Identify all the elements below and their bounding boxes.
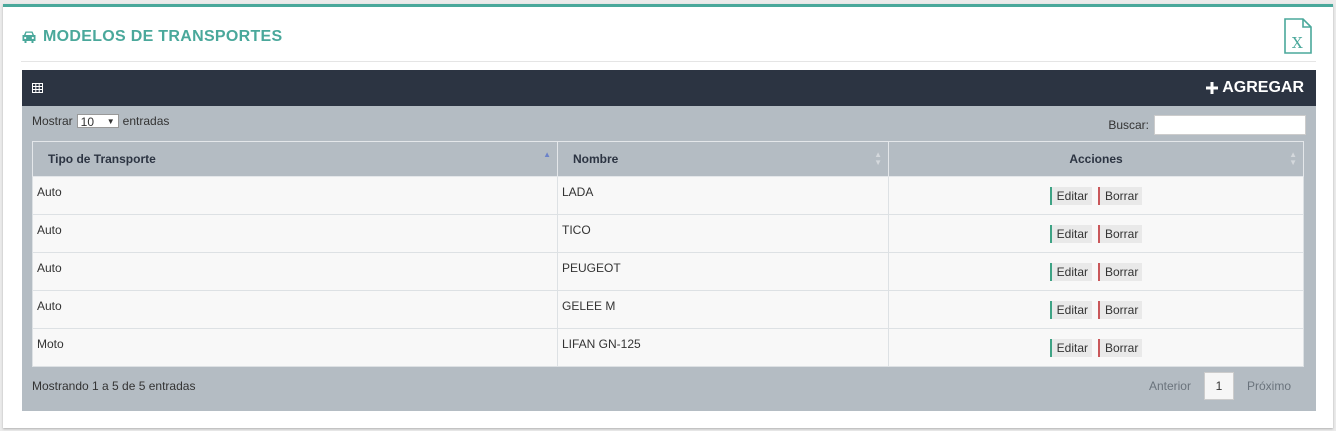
page-length-select[interactable]: 10 ▼ [76,114,119,129]
column-header-nombre[interactable]: Nombre ▲ ▼ [557,141,889,177]
page-length-control: Mostrar 10 ▼ entradas [32,114,170,129]
column-header-acciones[interactable]: Acciones ▲ ▼ [888,141,1304,177]
delete-button[interactable]: Borrar [1098,301,1143,319]
edit-button[interactable]: Editar [1049,301,1092,319]
table-box: AGREGAR Mostrar 10 ▼ entradas Buscar: Ti… [22,70,1316,411]
title-divider [21,61,1316,62]
cell-acciones: Editar Borrar [888,252,1304,291]
models-panel: MODELOS DE TRANSPORTES X AGREGAR Mostrar… [3,4,1333,428]
cell-nombre: LADA [557,176,889,215]
pagination: Anterior 1 Próximo [1136,372,1304,400]
previous-page-button[interactable]: Anterior [1136,379,1204,393]
add-button[interactable]: AGREGAR [1206,78,1304,98]
cell-acciones: Editar Borrar [888,176,1304,215]
delete-button[interactable]: Borrar [1098,339,1143,357]
cell-acciones: Editar Borrar [888,290,1304,329]
cell-nombre: LIFAN GN-125 [557,328,889,367]
cell-nombre: PEUGEOT [557,252,889,291]
car-icon [22,31,36,43]
edit-button[interactable]: Editar [1049,263,1092,281]
table-row: Moto LIFAN GN-125 Editar Borrar [32,328,1304,367]
delete-button[interactable]: Borrar [1098,187,1143,205]
sort-ascending-icon: ▲ [543,150,551,159]
plus-icon [1206,82,1219,94]
column-header-label: Nombre [573,152,619,166]
chevron-down-icon: ▼ [106,117,115,126]
box-header: AGREGAR [22,70,1316,106]
delete-button[interactable]: Borrar [1098,225,1143,243]
column-header-label: Acciones [1069,152,1123,166]
table-row: Auto PEUGEOT Editar Borrar [32,252,1304,291]
cell-nombre: GELEE M [557,290,889,329]
cell-tipo: Auto [32,214,558,253]
cell-tipo: Moto [32,328,558,367]
search-input[interactable] [1154,115,1306,135]
column-header-tipo[interactable]: Tipo de Transporte ▲ [32,141,558,177]
table-icon [32,83,43,93]
models-table: Tipo de Transporte ▲ Nombre ▲ ▼ Acciones … [32,141,1304,367]
page-length-value: 10 [80,115,95,129]
delete-button[interactable]: Borrar [1098,263,1143,281]
add-button-label: AGREGAR [1222,79,1304,96]
cell-tipo: Auto [32,252,558,291]
table-info: Mostrando 1 a 5 de 5 entradas [32,379,196,393]
cell-acciones: Editar Borrar [888,214,1304,253]
next-page-button[interactable]: Próximo [1234,379,1304,393]
edit-button[interactable]: Editar [1049,339,1092,357]
table-row: Auto TICO Editar Borrar [32,214,1304,253]
search-label: Buscar: [1108,118,1149,132]
excel-icon[interactable]: X [1283,18,1313,54]
show-label: Mostrar [32,114,73,128]
sort-both-icon: ▲ ▼ [874,150,882,167]
edit-button[interactable]: Editar [1049,187,1092,205]
edit-button[interactable]: Editar [1049,225,1092,243]
cell-tipo: Auto [32,176,558,215]
table-header-row: Tipo de Transporte ▲ Nombre ▲ ▼ Acciones … [32,141,1304,177]
sort-both-icon: ▲ ▼ [1289,150,1297,167]
table-row: Auto LADA Editar Borrar [32,176,1304,215]
cell-acciones: Editar Borrar [888,328,1304,367]
cell-nombre: TICO [557,214,889,253]
entries-label: entradas [122,114,170,128]
page-title-text: MODELOS DE TRANSPORTES [43,28,283,45]
page-title: MODELOS DE TRANSPORTES [21,27,283,47]
column-header-label: Tipo de Transporte [48,152,156,166]
svg-text:X: X [1292,34,1303,52]
cell-tipo: Auto [32,290,558,329]
table-row: Auto GELEE M Editar Borrar [32,290,1304,329]
page-1-button[interactable]: 1 [1203,372,1234,400]
search-control: Buscar: [1108,115,1306,135]
